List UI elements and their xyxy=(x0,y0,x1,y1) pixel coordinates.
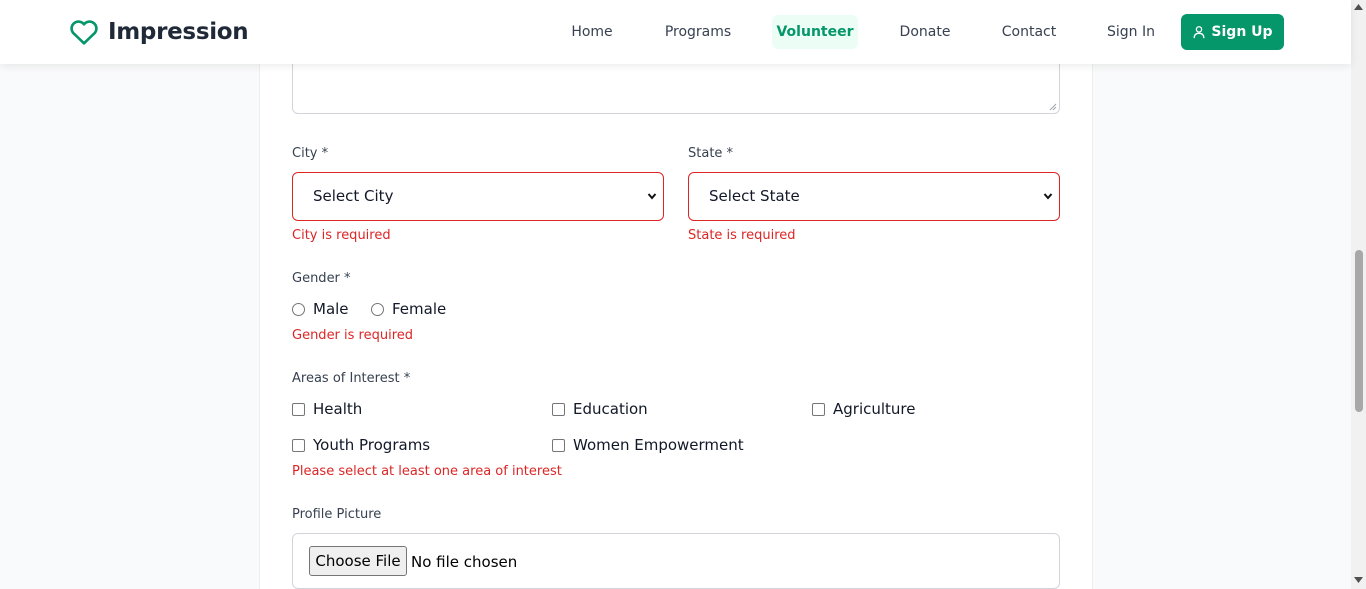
city-select-value: Select City xyxy=(313,187,394,205)
interest-option-label: Education xyxy=(573,400,648,418)
sign-up-label: Sign Up xyxy=(1211,24,1273,40)
interests-label: Areas of Interest * xyxy=(292,371,411,386)
gender-option-label: Male xyxy=(313,300,349,318)
interest-option-agriculture[interactable]: Agriculture xyxy=(812,400,916,418)
nav-link-volunteer[interactable]: Volunteer xyxy=(772,15,858,49)
user-icon xyxy=(1193,26,1205,39)
gender-label: Gender * xyxy=(292,271,351,286)
choose-file-button[interactable]: Choose File xyxy=(309,546,407,576)
scrollbar-thumb[interactable] xyxy=(1355,250,1363,412)
state-error: State is required xyxy=(688,228,796,243)
profile-picture-label: Profile Picture xyxy=(292,507,382,522)
brand-logo[interactable]: Impression xyxy=(68,16,249,48)
scroll-up-arrow-icon[interactable] xyxy=(1354,4,1363,10)
radio-male[interactable] xyxy=(292,302,305,316)
interest-option-label: Women Empowerment xyxy=(573,436,744,454)
resize-grip-icon[interactable] xyxy=(1049,103,1057,111)
state-select-value: Select State xyxy=(709,187,800,205)
checkbox-women-empowerment[interactable] xyxy=(552,438,565,452)
state-select[interactable]: Select State xyxy=(688,172,1060,221)
city-label: City * xyxy=(292,146,329,161)
file-status-text: No file chosen xyxy=(411,553,518,571)
interest-option-youth-programs[interactable]: Youth Programs xyxy=(292,436,430,454)
checkbox-health[interactable] xyxy=(292,402,305,416)
interest-option-education[interactable]: Education xyxy=(552,400,648,418)
profile-picture-input[interactable]: Choose File No file chosen xyxy=(292,533,1060,589)
page-scrollbar[interactable] xyxy=(1351,0,1366,589)
radio-female[interactable] xyxy=(371,302,384,316)
nav-link-contact[interactable]: Contact xyxy=(994,15,1064,49)
interest-option-label: Agriculture xyxy=(833,400,916,418)
gender-option-female[interactable]: Female xyxy=(371,300,446,318)
city-error: City is required xyxy=(292,228,391,243)
checkbox-agriculture[interactable] xyxy=(812,402,825,416)
interest-option-health[interactable]: Health xyxy=(292,400,362,418)
city-select[interactable]: Select City xyxy=(292,172,664,221)
chevron-down-icon xyxy=(647,193,657,200)
interests-error: Please select at least one area of inter… xyxy=(292,464,562,479)
chevron-down-icon xyxy=(1043,193,1053,200)
nav-link-home[interactable]: Home xyxy=(560,15,624,49)
interest-option-label: Health xyxy=(313,400,363,418)
gender-option-male[interactable]: Male xyxy=(292,300,349,318)
sign-in-link[interactable]: Sign In xyxy=(1100,15,1162,49)
checkbox-youth-programs[interactable] xyxy=(292,438,305,452)
brand-name: Impression xyxy=(108,19,249,45)
nav-link-donate[interactable]: Donate xyxy=(892,15,958,49)
scroll-down-arrow-icon[interactable] xyxy=(1354,577,1363,583)
heart-icon xyxy=(70,20,98,45)
navbar: Impression Home Programs Volunteer Donat… xyxy=(0,0,1351,64)
nav-link-programs[interactable]: Programs xyxy=(658,15,738,49)
interest-option-label: Youth Programs xyxy=(313,436,431,454)
checkbox-education[interactable] xyxy=(552,402,565,416)
sign-up-button[interactable]: Sign Up xyxy=(1181,14,1284,50)
gender-error: Gender is required xyxy=(292,328,414,343)
state-label: State * xyxy=(688,146,734,161)
gender-option-label: Female xyxy=(392,300,447,318)
interest-option-women-empowerment[interactable]: Women Empowerment xyxy=(552,436,744,454)
